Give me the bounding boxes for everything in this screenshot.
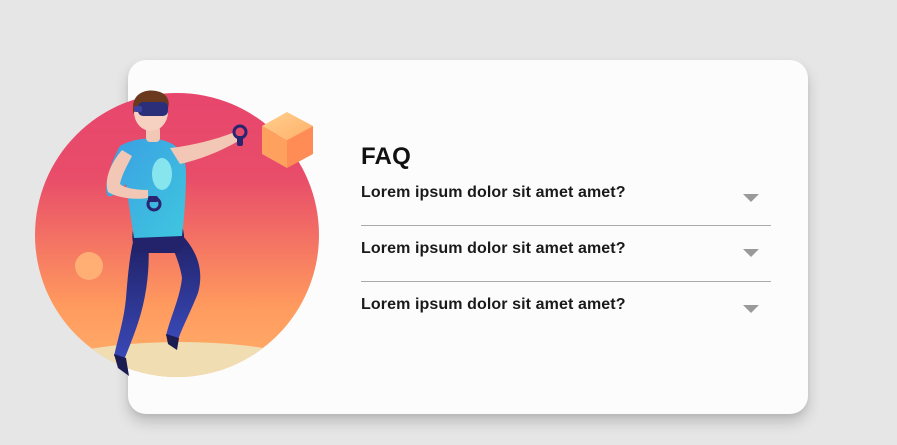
floating-orb (75, 252, 103, 280)
faq-question: Lorem ipsum dolor sit amet amet? (361, 240, 626, 257)
faq-question: Lorem ipsum dolor sit amet amet? (361, 296, 626, 313)
chevron-down-icon[interactable] (743, 249, 759, 257)
page: FAQ Lorem ipsum dolor sit amet amet? Lor… (0, 0, 897, 445)
faq-section: FAQ Lorem ipsum dolor sit amet amet? Lor… (361, 140, 771, 337)
faq-item[interactable]: Lorem ipsum dolor sit amet amet? (361, 282, 771, 337)
faq-item[interactable]: Lorem ipsum dolor sit amet amet? (361, 226, 771, 282)
faq-title: FAQ (361, 143, 411, 170)
chevron-down-icon[interactable] (743, 194, 759, 202)
faq-question: Lorem ipsum dolor sit amet amet? (361, 184, 626, 201)
faq-item[interactable]: Lorem ipsum dolor sit amet amet? (361, 174, 771, 226)
chevron-down-icon[interactable] (743, 305, 759, 313)
vr-player-illustration (35, 90, 319, 377)
